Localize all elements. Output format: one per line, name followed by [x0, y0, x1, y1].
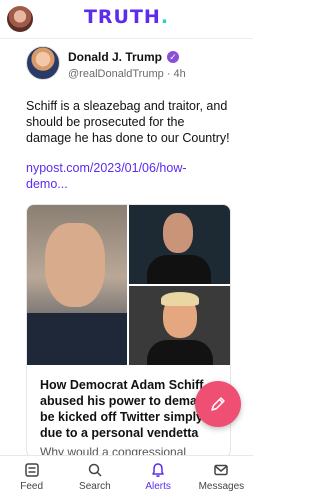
- portrait-face: [163, 213, 193, 253]
- author-avatar[interactable]: [26, 46, 60, 80]
- bell-icon: [152, 463, 164, 477]
- tab-label: Search: [79, 481, 111, 492]
- feed-icon: [24, 463, 39, 477]
- author-name[interactable]: Donald J. Trump: [68, 50, 162, 64]
- portrait-suit: [27, 313, 127, 365]
- separator: ·: [166, 68, 171, 80]
- portrait-suit: [147, 340, 213, 365]
- preview-image-bottom-right: [129, 286, 230, 365]
- verified-badge-icon: ✓: [167, 51, 180, 63]
- post-text: Schiff is a sleazebag and traitor, and s…: [26, 99, 230, 145]
- pencil-icon: [211, 397, 225, 411]
- post-link[interactable]: nypost.com/2023/01/06/how-demo...: [26, 160, 216, 192]
- link-preview-card[interactable]: How Democrat Adam Schiff abused his powe…: [26, 204, 231, 458]
- truth-logo: TRUTH.: [0, 6, 253, 28]
- author-handle[interactable]: @realDonaldTrump: [68, 68, 164, 80]
- mail-icon: [214, 464, 229, 476]
- search-icon: [88, 463, 102, 477]
- author-name-row: Donald J. Trump ✓: [68, 50, 180, 64]
- tab-alerts[interactable]: Alerts: [127, 456, 190, 501]
- bottom-tab-bar: Feed Search Alerts Messages: [0, 455, 253, 501]
- author-handle-row: @realDonaldTrump · 4h: [68, 68, 186, 80]
- tab-label: Messages: [198, 481, 245, 492]
- portrait-face: [45, 223, 105, 307]
- logo-text: TRUTH: [83, 6, 161, 28]
- tab-label: Alerts: [145, 481, 171, 492]
- tab-label: Feed: [20, 481, 44, 492]
- compose-button[interactable]: [195, 381, 241, 427]
- post-time: 4h: [173, 68, 186, 80]
- portrait-hair: [161, 292, 199, 306]
- logo-dot: .: [160, 6, 170, 28]
- tab-search[interactable]: Search: [63, 456, 126, 501]
- tab-feed[interactable]: Feed: [0, 456, 63, 501]
- top-bar: TRUTH.: [0, 0, 253, 39]
- preview-image-top-right: [129, 205, 230, 284]
- card-title: How Democrat Adam Schiff abused his powe…: [40, 378, 213, 440]
- portrait-suit: [147, 255, 211, 284]
- tab-messages[interactable]: Messages: [190, 456, 253, 501]
- preview-image-main: [27, 205, 127, 365]
